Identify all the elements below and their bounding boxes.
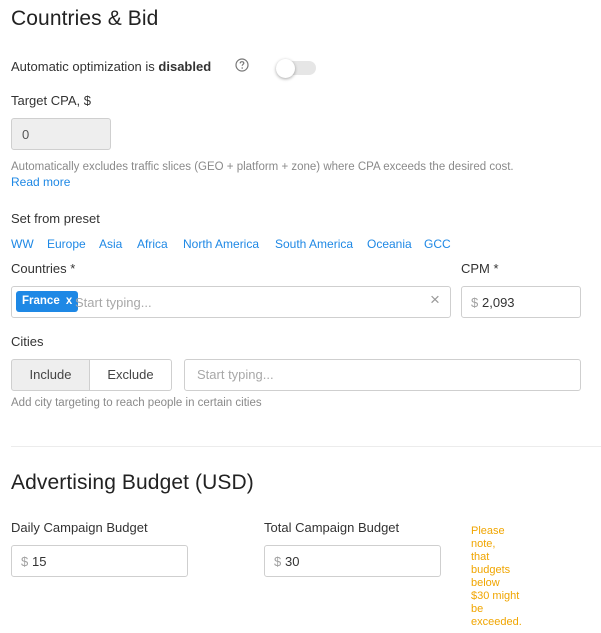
target-cpa-hint: Automatically excludes traffic slices (G… bbox=[11, 161, 514, 173]
clear-icon[interactable]: × bbox=[430, 290, 440, 310]
warning-line: note, bbox=[471, 538, 496, 550]
target-cpa-label: Target CPA, $ bbox=[11, 93, 91, 108]
auto-optimization-state: disabled bbox=[158, 59, 212, 74]
question-circle-icon[interactable] bbox=[235, 58, 249, 72]
preset-africa[interactable]: Africa bbox=[137, 237, 168, 251]
countries-placeholder: Start typing... bbox=[75, 295, 152, 310]
cities-include-button[interactable]: Include bbox=[11, 359, 90, 391]
total-budget-label: Total Campaign Budget bbox=[264, 520, 400, 535]
daily-budget-currency: $ bbox=[21, 554, 29, 569]
countries-input[interactable]: France x Start typing... × bbox=[11, 286, 451, 318]
auto-optimization-label: Automatic optimization is disabled bbox=[11, 59, 211, 74]
preset-oceania[interactable]: Oceania bbox=[367, 237, 412, 251]
read-more-link[interactable]: Read more bbox=[11, 175, 70, 189]
preset-south-america[interactable]: South America bbox=[275, 237, 353, 251]
warning-line: Please bbox=[471, 525, 505, 537]
warning-line: exceeded. bbox=[471, 616, 522, 628]
daily-budget-value: 15 bbox=[32, 554, 47, 569]
cities-placeholder: Start typing... bbox=[197, 367, 274, 382]
countries-label: Countries * bbox=[11, 261, 76, 276]
total-budget-value: 30 bbox=[285, 554, 300, 569]
auto-optimization-toggle[interactable] bbox=[276, 59, 316, 79]
countries-bid-title: Countries & Bid bbox=[11, 7, 159, 30]
cities-hint: Add city targeting to reach people in ce… bbox=[11, 397, 262, 409]
cpm-input[interactable]: $ 2,093 bbox=[461, 286, 581, 318]
budget-warning: Please note, that budgets below $30 migh… bbox=[471, 525, 541, 629]
preset-north-america[interactable]: North America bbox=[183, 237, 259, 251]
warning-line: budgets bbox=[471, 564, 511, 576]
warning-line: be bbox=[471, 603, 484, 615]
target-cpa-input[interactable]: 0 bbox=[11, 118, 111, 150]
cpm-currency: $ bbox=[471, 295, 479, 310]
chip-label: France bbox=[22, 295, 60, 307]
country-chip-france: France x bbox=[16, 291, 79, 312]
daily-budget-input[interactable]: $ 15 bbox=[11, 545, 188, 577]
daily-budget-label: Daily Campaign Budget bbox=[11, 520, 148, 535]
warning-line: that bbox=[471, 551, 490, 563]
preset-europe[interactable]: Europe bbox=[47, 237, 86, 251]
target-cpa-value: 0 bbox=[22, 127, 30, 142]
cities-exclude-button[interactable]: Exclude bbox=[89, 359, 172, 391]
preset-label: Set from preset bbox=[11, 211, 100, 226]
cpm-label: CPM * bbox=[461, 261, 499, 276]
total-budget-currency: $ bbox=[274, 554, 282, 569]
budget-title: Advertising Budget (USD) bbox=[11, 471, 254, 494]
toggle-knob bbox=[276, 59, 295, 78]
preset-asia[interactable]: Asia bbox=[99, 237, 122, 251]
cities-label: Cities bbox=[11, 334, 44, 349]
total-budget-input[interactable]: $ 30 bbox=[264, 545, 441, 577]
cpm-value: 2,093 bbox=[482, 295, 515, 310]
cities-input[interactable]: Start typing... bbox=[184, 359, 581, 391]
auto-optimization-label-prefix: Automatic optimization is bbox=[11, 59, 159, 74]
preset-ww[interactable]: WW bbox=[11, 237, 34, 251]
preset-gcc[interactable]: GCC bbox=[424, 237, 451, 251]
section-divider bbox=[11, 446, 601, 447]
warning-line: $30 might bbox=[471, 590, 520, 602]
chip-remove-icon[interactable]: x bbox=[66, 295, 72, 307]
warning-line: below bbox=[471, 577, 500, 589]
